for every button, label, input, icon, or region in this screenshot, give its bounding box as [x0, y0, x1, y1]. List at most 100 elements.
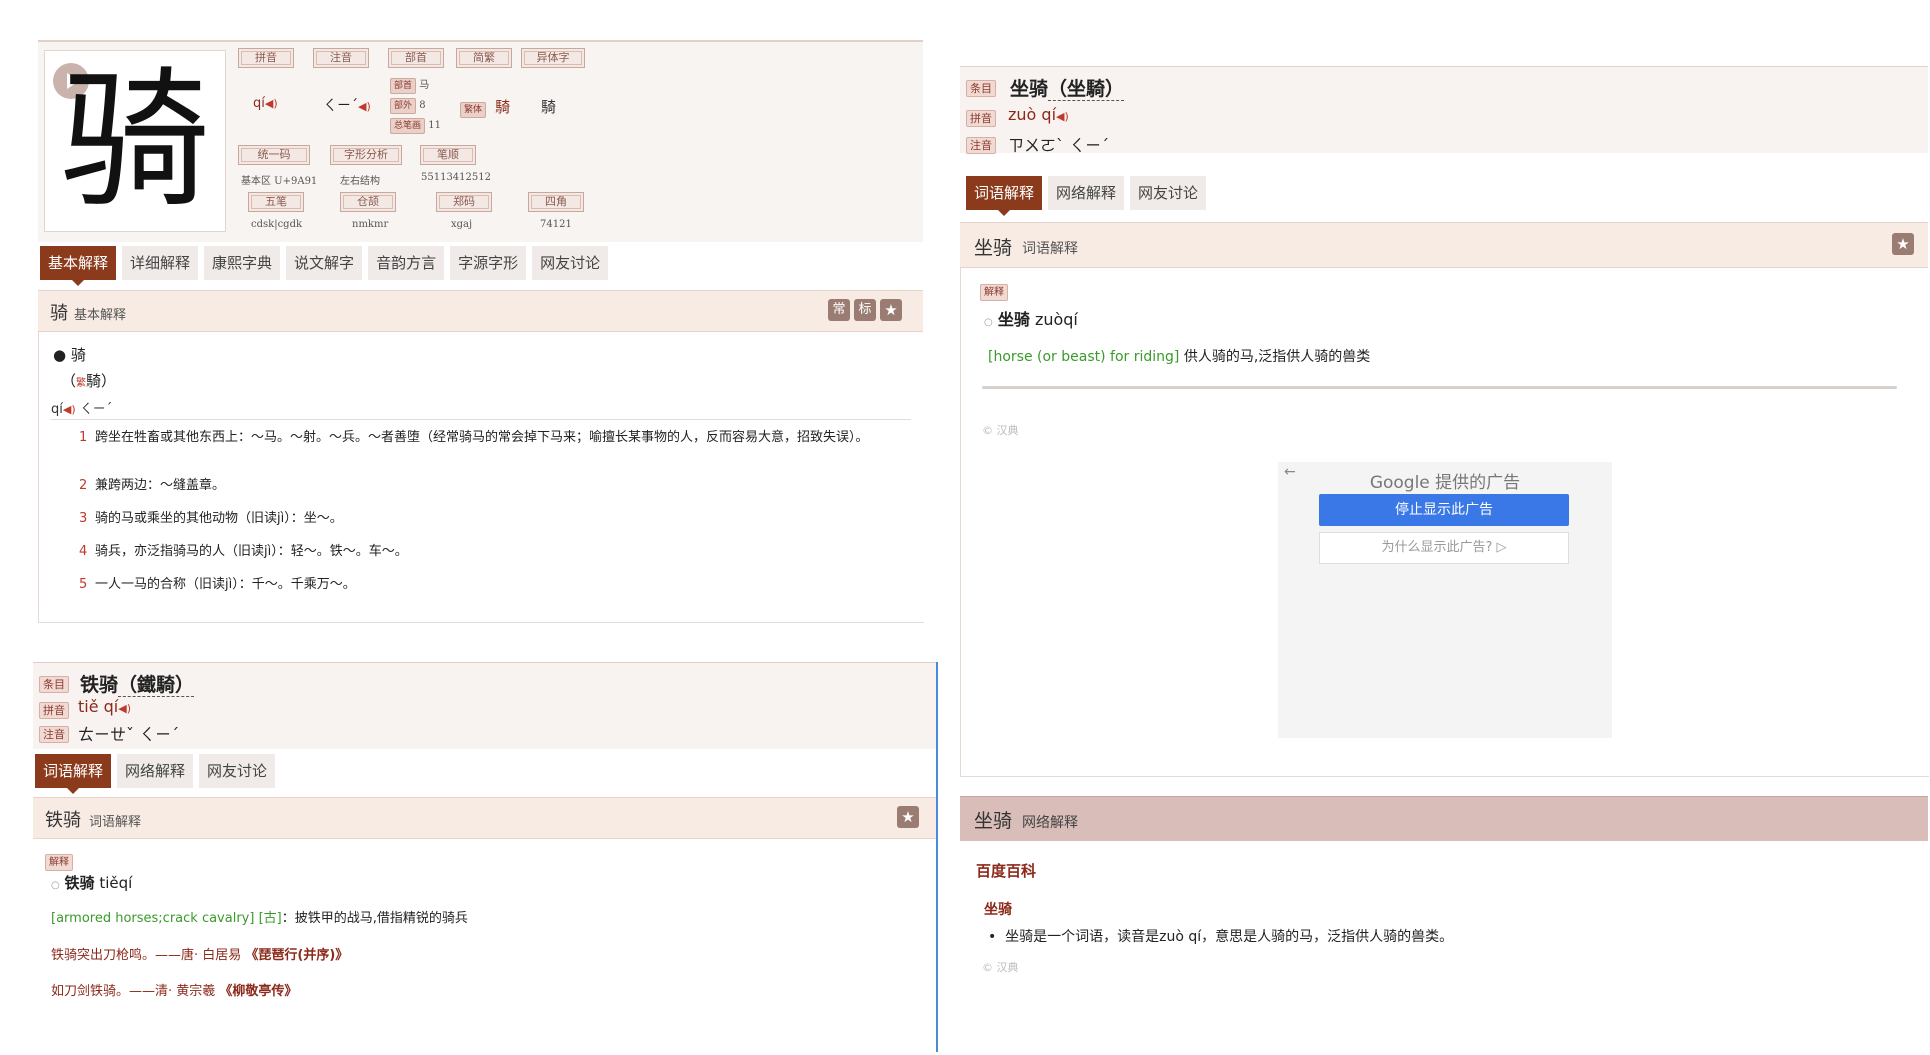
section-word: 铁骑 [45, 810, 81, 831]
def-num: 2 [79, 478, 88, 493]
why-ad-text: 为什么显示此广告? [1381, 540, 1493, 555]
entry-pinyin: zuòqí [1034, 310, 1078, 329]
tab-yinyun[interactable]: 音韵方言 [368, 246, 445, 280]
tab-jiben[interactable]: 基本解释 [40, 246, 117, 286]
stop-ad-button[interactable]: 停止显示此广告 [1319, 494, 1569, 526]
zuoqi-entry: ○ 坐骑 zuòqí [984, 310, 1078, 329]
big-character: 骑 [59, 54, 210, 228]
speaker-icon[interactable]: ◀) [118, 702, 131, 715]
zuoqi-zhuyin: ㄗㄨㄛˋ ㄑㄧˊ [1008, 136, 1110, 155]
favorite-star-icon[interactable]: ★ [897, 806, 919, 828]
tab-kangxi[interactable]: 康熙字典 [204, 246, 281, 280]
zuoqi-word: 坐骑 [1010, 78, 1049, 100]
google-ad: ← Google 提供的广告 停止显示此广告 为什么显示此广告? ▷ [1278, 462, 1612, 738]
header-sijiao: 四角 [528, 192, 584, 212]
copyright-2: © 汉典 [982, 961, 1019, 973]
fanti-value[interactable]: 騎 [495, 98, 510, 116]
buwai-label: 部外 [390, 98, 417, 114]
tab-xiangxi[interactable]: 详细解释 [122, 246, 199, 280]
copyright: © 汉典 [982, 424, 1019, 437]
meaning-text: 供人骑的马,泛指供人骑的兽类 [1183, 349, 1371, 365]
english-gloss: [armored horses;crack cavalry] [51, 911, 255, 926]
tab-shuowen[interactable]: 说文解字 [286, 246, 363, 280]
tieqi-zhuyin: ㄊㄧㄝˇ ㄑㄧˊ [78, 725, 180, 744]
tieqi-pinyin: tiě qí◀) [78, 697, 131, 716]
char-image-box: 骑 [44, 50, 226, 232]
tiaomu-tag: 条目 [966, 80, 996, 97]
pinyin-text: qí [253, 96, 265, 111]
speaker-icon[interactable]: ◀) [63, 403, 76, 416]
speaker-icon[interactable]: ◀) [265, 97, 278, 110]
speaker-icon[interactable]: ◀) [1056, 110, 1069, 123]
quote-source[interactable]: 《琵琶行(并序)》 [245, 948, 348, 963]
fanti-mark: 繁 [76, 378, 87, 389]
header-zhengma: 郑码 [436, 192, 492, 212]
zhuyin-tag: 注音 [39, 726, 69, 743]
entry-fanti-char[interactable]: 騎 [86, 372, 101, 390]
entry-zhuyin: ㄑㄧˊ [79, 402, 113, 417]
zuoqi-meaning: [horse (or beast) for riding] 供人骑的马,泛指供人… [988, 346, 1370, 366]
entry-head: ● 骑 [53, 346, 86, 364]
tieqi-pinyin-text: tiě qí [78, 697, 119, 716]
tab-ciyu[interactable]: 词语解释 [966, 176, 1043, 216]
fanti-block: 繁体 騎 [460, 96, 510, 118]
def-text: 一人一马的合称（旧读jì）：千～。千乘万～。 [95, 577, 356, 592]
quote-1: 铁骑突出刀枪鸣。——唐· 白居易 《琵琶行(并序)》 [51, 944, 348, 963]
entry-head-char: 骑 [70, 346, 86, 364]
bushou-block: 部首 马 部外 8 总笔画 11 [390, 76, 470, 134]
tab-wangyou[interactable]: 网友讨论 [532, 246, 609, 280]
zuoqi-pinyin: zuò qí◀) [1008, 105, 1069, 124]
net-bullet-text: 坐骑是一个词语，读音是zuò qí，意思是人骑的马，泛指供人骑的兽类。 [1005, 929, 1454, 945]
entry-word: 坐骑 [997, 310, 1030, 329]
tab-wangyou[interactable]: 网友讨论 [1130, 176, 1207, 210]
tab-wangluo[interactable]: 网络解释 [117, 754, 194, 788]
header-bishun: 笔顺 [420, 145, 476, 165]
why-ad-button[interactable]: 为什么显示此广告? ▷ [1319, 532, 1569, 564]
favorite-star-icon[interactable]: ★ [880, 299, 902, 321]
zuoqi-fanti[interactable]: （坐騎） [1048, 78, 1125, 101]
english-gloss: [horse (or beast) for riding] [988, 349, 1180, 365]
def-item: 3 骑的马或乘坐的其他动物（旧读jì）：坐～。 [79, 509, 914, 542]
header-bushou: 部首 [388, 48, 444, 68]
quote-source[interactable]: 《柳敬亭传》 [219, 984, 297, 999]
header-zixing: 字形分析 [330, 145, 402, 165]
tieqi-tabbar: 词语解释 网络解释 网友讨论 [35, 754, 276, 794]
basic-explain-head: 骑 基本解释 常 标 ★ [38, 290, 923, 332]
tab-ziyuan[interactable]: 字源字形 [450, 246, 527, 280]
def-item: 4 骑兵，亦泛指骑马的人（旧读jì）：轻～。铁～。车～。 [79, 542, 914, 575]
net-word: 坐骑 [974, 810, 1013, 832]
def-item: 1 跨坐在牲畜或其他东西上：～马。～射。～兵。～者善堕（经常骑马的常会掉下马来；… [79, 428, 914, 476]
chang-button[interactable]: 常 [828, 299, 850, 321]
def-num: 1 [79, 430, 88, 445]
pinyin-tag: 拼音 [39, 702, 69, 719]
section-char: 骑 [50, 303, 68, 324]
jieshi-tag: 解释 [980, 284, 1008, 301]
tab-wangyou[interactable]: 网友讨论 [199, 754, 276, 788]
bushou-value: 马 [419, 80, 430, 91]
bushou-label: 部首 [390, 78, 417, 94]
biao-button[interactable]: 标 [854, 299, 876, 321]
tieqi-panel: 条目 铁骑（鐵騎） 拼音 tiě qí◀) 注音 ㄊㄧㄝˇ ㄑㄧˊ 词语解释 网… [33, 662, 938, 1052]
wubi-value: cdsk|cgdk [251, 219, 303, 230]
def-list: 1 跨坐在牲畜或其他东西上：～马。～射。～兵。～者善堕（经常骑马的常会掉下马来；… [79, 428, 914, 608]
favorite-star-icon[interactable]: ★ [1892, 233, 1914, 255]
tab-wangluo[interactable]: 网络解释 [1048, 176, 1125, 210]
tieqi-fanti[interactable]: （鐵騎） [118, 674, 195, 697]
entry-pron: qí◀) ㄑㄧˊ [51, 398, 911, 420]
yiti-value[interactable]: 騎 [541, 96, 556, 117]
pinyin-value: qí◀) [253, 96, 278, 111]
quote-text: 铁骑突出刀枪鸣。——唐· 白居易 [51, 948, 242, 963]
tab-ciyu[interactable]: 词语解释 [35, 754, 112, 794]
zhuyin-tag: 注音 [966, 137, 996, 154]
def-text: 骑的马或乘坐的其他动物（旧读jì）：坐～。 [95, 511, 343, 526]
tieqi-meaning: [armored horses;crack cavalry] [古]：披铁甲的战… [51, 907, 468, 926]
sijiao-value: 74121 [540, 219, 572, 230]
def-text: 骑兵，亦泛指骑马的人（旧读jì）：轻～。铁～。车～。 [95, 544, 408, 559]
tieqi-section-head: 铁骑 词语解释 ★ [33, 797, 936, 839]
header-jianfan: 简繁 [456, 48, 512, 68]
net-sub: 网络解释 [1022, 815, 1078, 831]
speaker-icon[interactable]: ◀) [358, 100, 371, 113]
section-word: 坐骑 [974, 237, 1013, 259]
gu-mark: [古] [258, 911, 282, 926]
net-section-head: 坐骑 网络解释 [960, 796, 1928, 841]
